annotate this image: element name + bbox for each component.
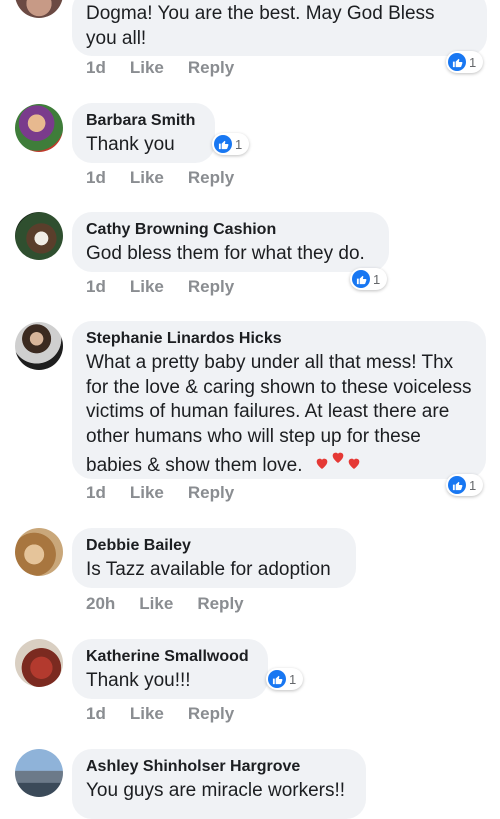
reaction-count-badge[interactable]: 1 xyxy=(446,51,484,73)
commenter-avatar[interactable] xyxy=(15,528,63,576)
like-link[interactable]: Like xyxy=(130,168,164,188)
reply-link[interactable]: Reply xyxy=(188,58,234,78)
comment-actions: 20h Like Reply xyxy=(86,594,268,614)
comment-bubble: Barbara Smith Thank you xyxy=(72,103,215,163)
reaction-count-badge[interactable]: 1 xyxy=(446,474,484,496)
comment-text: Dogma! You are the best. May God Bless y… xyxy=(86,3,435,49)
comment-bubble: Cathy Browning Cashion God bless them fo… xyxy=(72,212,389,272)
commenter-avatar[interactable] xyxy=(15,322,63,370)
reaction-count: 1 xyxy=(469,54,477,70)
heart-emojis xyxy=(314,449,362,471)
commenter-name[interactable]: Barbara Smith xyxy=(86,111,201,131)
commenter-name[interactable]: Debbie Bailey xyxy=(86,536,342,556)
reaction-count: 1 xyxy=(469,477,477,493)
like-link[interactable]: Like xyxy=(139,594,173,614)
comment-text: You guys are miracle workers!! xyxy=(86,780,346,801)
heart-icon xyxy=(348,458,360,469)
reply-link[interactable]: Reply xyxy=(188,277,234,297)
heart-icon xyxy=(332,452,344,463)
commenter-name[interactable]: Stephanie Linardos Hicks xyxy=(86,329,472,349)
reply-link[interactable]: Reply xyxy=(188,483,234,503)
comment-text: Thank you!!! xyxy=(86,670,191,691)
commenter-avatar[interactable] xyxy=(15,212,63,260)
comment-actions: 1d Like Reply xyxy=(86,483,258,503)
commenter-avatar[interactable] xyxy=(15,749,63,797)
reaction-count: 1 xyxy=(235,136,243,152)
like-link[interactable]: Like xyxy=(130,277,164,297)
commenter-avatar[interactable] xyxy=(15,0,63,18)
like-link[interactable]: Like xyxy=(130,483,164,503)
commenter-name[interactable]: Katherine Smallwood xyxy=(86,647,254,667)
like-link[interactable]: Like xyxy=(130,58,164,78)
comment-bubble: Dogma! You are the best. May God Bless y… xyxy=(72,0,487,56)
comment-timestamp[interactable]: 1d xyxy=(86,168,106,188)
comment-text-body: What a pretty baby under all that mess! … xyxy=(86,352,472,476)
comment-actions: 1d Like Reply xyxy=(86,277,258,297)
reaction-count: 1 xyxy=(373,271,381,287)
commenter-name[interactable]: Ashley Shinholser Hargrove xyxy=(86,757,352,777)
reaction-count-badge[interactable]: 1 xyxy=(212,133,250,155)
comment-timestamp[interactable]: 1d xyxy=(86,277,106,297)
comment-timestamp[interactable]: 1d xyxy=(86,483,106,503)
reaction-count-badge[interactable]: 1 xyxy=(350,268,388,290)
reply-link[interactable]: Reply xyxy=(188,168,234,188)
comment-text: What a pretty baby under all that mess! … xyxy=(86,351,476,479)
comment-timestamp[interactable]: 1d xyxy=(86,704,106,724)
comment-timestamp[interactable]: 1d xyxy=(86,58,106,78)
comment-bubble: Ashley Shinholser Hargrove You guys are … xyxy=(72,749,366,819)
comment-timestamp[interactable]: 20h xyxy=(86,594,115,614)
comment-actions: 1d Like Reply xyxy=(86,58,258,78)
reaction-count: 1 xyxy=(289,671,297,687)
like-reaction-icon xyxy=(352,270,370,288)
like-reaction-icon xyxy=(214,135,232,153)
reply-link[interactable]: Reply xyxy=(188,704,234,724)
commenter-name[interactable]: Cathy Browning Cashion xyxy=(86,220,375,240)
like-link[interactable]: Like xyxy=(130,704,164,724)
like-reaction-icon xyxy=(448,53,466,71)
comment-bubble: Stephanie Linardos Hicks What a pretty b… xyxy=(72,321,486,479)
like-reaction-icon xyxy=(268,670,286,688)
commenter-avatar[interactable] xyxy=(15,639,63,687)
comment-text: Thank you xyxy=(86,134,175,155)
comment-text: God bless them for what they do. xyxy=(86,243,365,264)
reply-link[interactable]: Reply xyxy=(197,594,243,614)
comment-text: Is Tazz available for adoption xyxy=(86,559,331,580)
heart-icon xyxy=(316,458,328,469)
commenter-avatar[interactable] xyxy=(15,104,63,152)
like-reaction-icon xyxy=(448,476,466,494)
comment-bubble: Debbie Bailey Is Tazz available for adop… xyxy=(72,528,356,588)
comment-actions: 1d Like Reply xyxy=(86,704,258,724)
reaction-count-badge[interactable]: 1 xyxy=(266,668,304,690)
comment-actions: 1d Like Reply xyxy=(86,168,258,188)
comment-bubble: Katherine Smallwood Thank you!!! xyxy=(72,639,268,699)
